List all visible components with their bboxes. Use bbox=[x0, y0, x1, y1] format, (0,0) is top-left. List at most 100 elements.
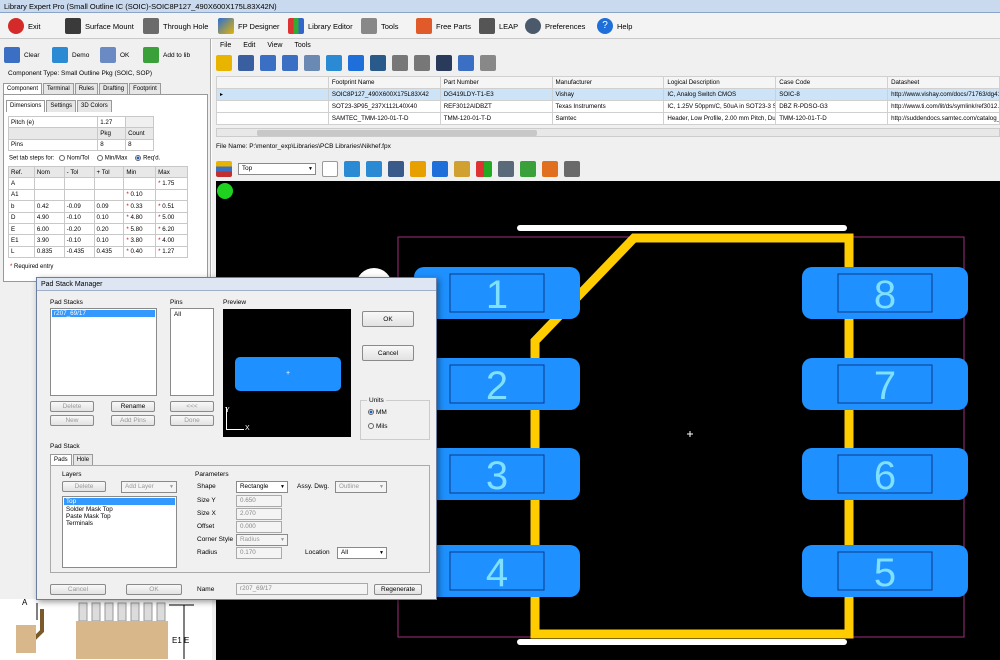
delete-layer-button[interactable]: Delete bbox=[62, 481, 106, 492]
pan-icon[interactable] bbox=[388, 161, 404, 177]
pitch-value[interactable]: 1.27 bbox=[97, 115, 127, 129]
redo-icon[interactable] bbox=[414, 55, 430, 71]
library-editor-button[interactable]: Library Editor bbox=[288, 17, 353, 35]
layer-item-solder-mask[interactable]: Solder Mask Top bbox=[63, 506, 176, 513]
asterisk-icon[interactable] bbox=[348, 55, 364, 71]
dimension-cell[interactable] bbox=[63, 177, 95, 190]
layers-color-icon[interactable] bbox=[216, 161, 232, 177]
pins-pkg[interactable]: 8 bbox=[97, 138, 127, 152]
delete-stack-button[interactable]: Delete bbox=[50, 401, 94, 412]
remove-pins-button[interactable]: <<< bbox=[170, 401, 214, 412]
menu-view[interactable]: View bbox=[267, 42, 282, 49]
menu-edit[interactable]: Edit bbox=[243, 42, 255, 49]
ok-button[interactable]: OK bbox=[100, 42, 129, 68]
add-to-lib-button[interactable]: Add to lib bbox=[143, 42, 190, 68]
preferences-button[interactable]: Preferences bbox=[525, 17, 585, 35]
unit-mils-option[interactable]: Mils bbox=[368, 423, 388, 430]
through-hole-button[interactable]: Through Hole bbox=[143, 17, 208, 35]
dialog-cancel-button[interactable]: Cancel bbox=[362, 345, 414, 361]
print-icon[interactable] bbox=[498, 161, 514, 177]
fp-designer-button[interactable]: FP Designer bbox=[218, 17, 280, 35]
layer-select[interactable]: Top bbox=[238, 163, 316, 175]
dimension-cell[interactable]: 0.10 bbox=[93, 211, 125, 224]
dimension-cell[interactable]: -0.20 bbox=[63, 222, 95, 236]
radio-mm[interactable] bbox=[368, 409, 374, 416]
save-library-icon[interactable] bbox=[458, 55, 474, 71]
location-select[interactable]: All bbox=[337, 547, 387, 559]
shapes-icon[interactable] bbox=[476, 161, 492, 177]
assy-dwg-select[interactable]: Outline bbox=[335, 481, 387, 493]
dimension-cell[interactable]: * 4.80 bbox=[123, 211, 157, 224]
name-input[interactable]: r207_69/17 bbox=[236, 583, 368, 595]
layers-list[interactable]: Top Solder Mask Top Paste Mask Top Termi… bbox=[62, 496, 177, 568]
radius-input[interactable]: 0.170 bbox=[236, 547, 282, 559]
bottom-cancel-button[interactable]: Cancel bbox=[50, 584, 106, 595]
exit-button[interactable]: Exit bbox=[8, 17, 41, 35]
free-parts-button[interactable]: Free Parts bbox=[416, 17, 471, 35]
demo-button[interactable]: Demo bbox=[52, 42, 89, 68]
dimension-cell[interactable] bbox=[123, 177, 157, 190]
pins-count[interactable]: 8 bbox=[125, 138, 154, 152]
dimension-cell[interactable] bbox=[33, 188, 65, 202]
tab-settings[interactable]: Settings bbox=[46, 100, 77, 112]
dimension-cell[interactable]: 0.835 bbox=[33, 245, 65, 259]
rename-button[interactable]: Rename bbox=[111, 401, 155, 412]
tools-icon[interactable] bbox=[480, 55, 496, 71]
corner-style-select[interactable]: Radius bbox=[236, 534, 288, 546]
dimension-cell[interactable]: * 1.75 bbox=[155, 177, 188, 190]
horizontal-scrollbar[interactable] bbox=[216, 128, 1000, 137]
layer-item-top[interactable]: Top bbox=[64, 498, 175, 505]
wrench-icon[interactable] bbox=[564, 161, 580, 177]
dimension-cell[interactable]: -0.10 bbox=[63, 234, 95, 247]
regenerate-button[interactable]: Regenerate bbox=[374, 584, 422, 595]
tab-dimensions[interactable]: Dimensions bbox=[6, 100, 46, 112]
shape-select[interactable]: Rectangle bbox=[236, 481, 288, 493]
pad-stacks-list[interactable]: r207_69/17 bbox=[50, 308, 157, 396]
dimension-cell[interactable]: 0.20 bbox=[93, 222, 125, 236]
leap-button[interactable]: LEAP bbox=[479, 17, 518, 35]
surface-mount-button[interactable]: Surface Mount bbox=[65, 17, 134, 35]
zoom-in-icon[interactable] bbox=[366, 161, 382, 177]
dimension-cell[interactable]: * 0.40 bbox=[123, 245, 157, 259]
dimension-cell[interactable]: * 1.27 bbox=[155, 245, 188, 259]
edit-icon[interactable] bbox=[370, 55, 386, 71]
dimension-cell[interactable] bbox=[93, 188, 125, 202]
dimension-cell[interactable]: -0.09 bbox=[63, 200, 95, 213]
zoom-extents-icon[interactable] bbox=[344, 161, 360, 177]
dimension-cell[interactable]: * 4.00 bbox=[155, 234, 188, 247]
undo-icon[interactable] bbox=[392, 55, 408, 71]
pointer-icon[interactable] bbox=[322, 161, 338, 177]
clear-button[interactable]: Clear bbox=[4, 42, 40, 68]
layer-item-terminals[interactable]: Terminals bbox=[63, 520, 176, 527]
dimension-cell[interactable]: 0.435 bbox=[93, 245, 125, 259]
arrow-up-icon[interactable] bbox=[432, 161, 448, 177]
find-icon[interactable] bbox=[304, 55, 320, 71]
add-pins-button[interactable]: Add Pins bbox=[111, 415, 155, 426]
remove-icon[interactable] bbox=[542, 161, 558, 177]
grid-icon[interactable] bbox=[326, 55, 342, 71]
dimension-cell[interactable]: 6.00 bbox=[33, 222, 65, 236]
add-layer-select[interactable]: Add Layer bbox=[121, 481, 177, 493]
dimension-cell[interactable] bbox=[63, 188, 95, 202]
dialog-ok-button[interactable]: OK bbox=[362, 311, 414, 327]
dimension-cell[interactable]: 0.10 bbox=[93, 234, 125, 247]
dimension-cell[interactable]: * 3.80 bbox=[123, 234, 157, 247]
dimension-cell[interactable] bbox=[155, 188, 188, 202]
align-icon[interactable] bbox=[454, 161, 470, 177]
dimension-cell[interactable]: * 0.33 bbox=[123, 200, 157, 213]
dimension-cell[interactable]: * 5.80 bbox=[123, 222, 157, 236]
dimension-cell[interactable]: 0.09 bbox=[93, 200, 125, 213]
radio-reqd[interactable] bbox=[135, 155, 142, 161]
table-row[interactable]: SOT23-3P95_237X112L40X40 REF3012AIDBZT Tex… bbox=[216, 100, 1000, 113]
layer-item-paste-mask[interactable]: Paste Mask Top bbox=[63, 513, 176, 520]
new-button[interactable]: New bbox=[50, 415, 94, 426]
export-icon[interactable] bbox=[282, 55, 298, 71]
dimension-cell[interactable]: * 6.20 bbox=[155, 222, 188, 236]
unit-mm-option[interactable]: MM bbox=[368, 409, 387, 416]
dimension-cell[interactable]: -0.10 bbox=[63, 211, 95, 224]
done-button[interactable]: Done bbox=[170, 415, 214, 426]
tools-button[interactable]: Tools bbox=[361, 17, 399, 35]
offset-input[interactable]: 0.000 bbox=[236, 521, 282, 533]
scrollbar-thumb[interactable] bbox=[257, 130, 537, 136]
dimension-cell[interactable] bbox=[33, 177, 65, 190]
